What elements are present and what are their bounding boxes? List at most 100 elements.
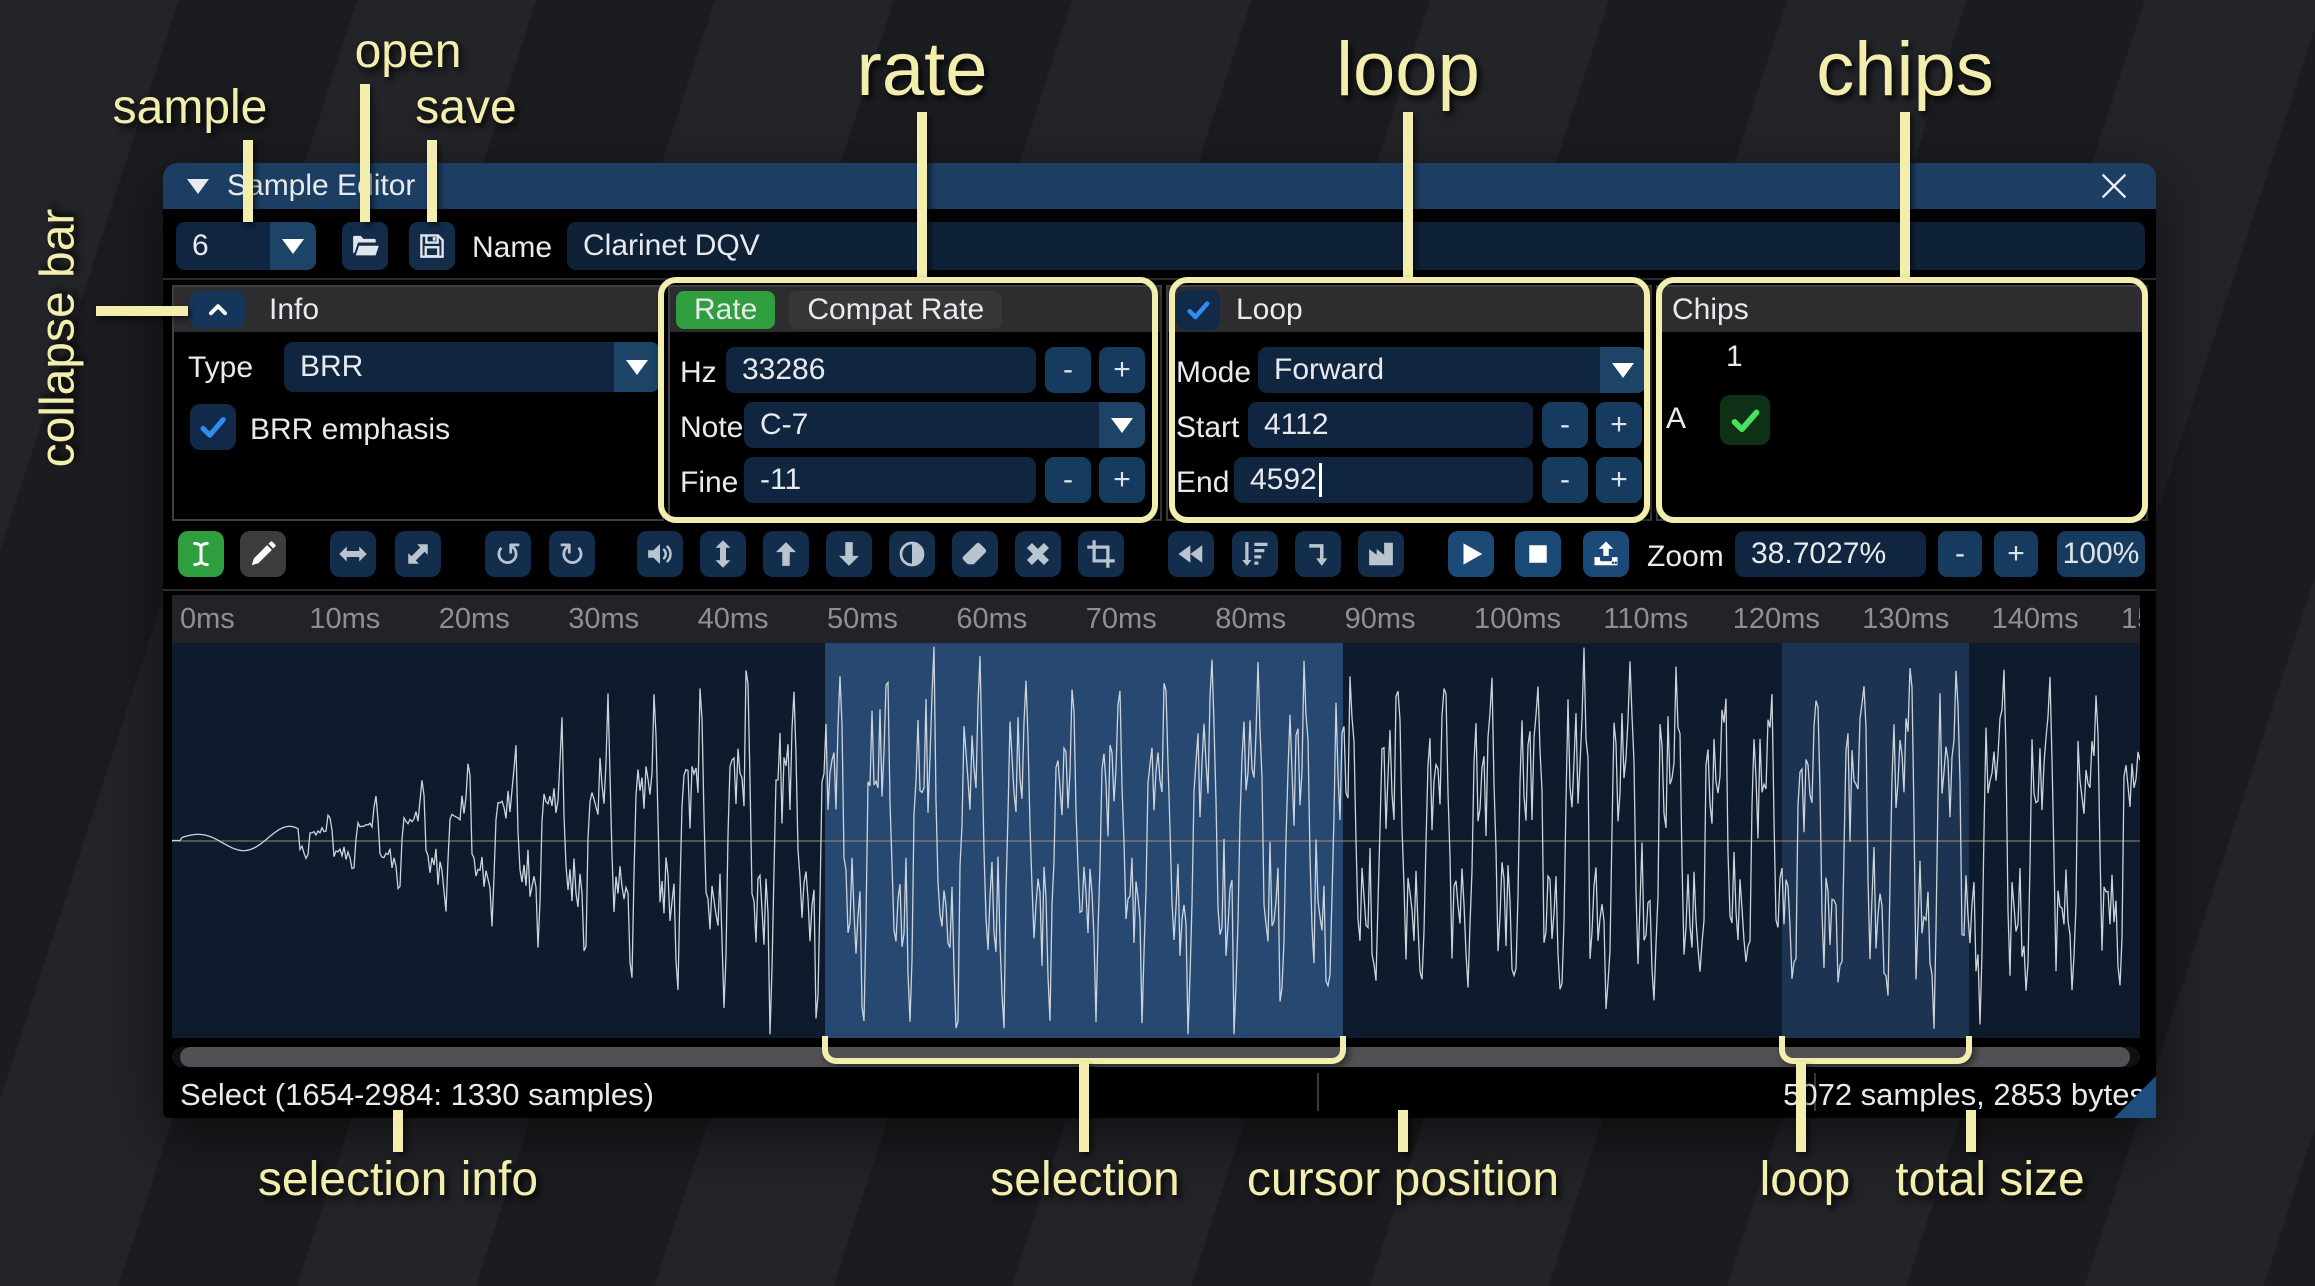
insert-button[interactable] xyxy=(1295,531,1341,577)
annotation-line-loop-marker xyxy=(1795,1062,1806,1152)
edit-mode-draw-button[interactable] xyxy=(240,531,286,577)
folder-open-icon xyxy=(353,235,379,256)
ruler-label: 100ms xyxy=(1474,603,1562,635)
save-button[interactable] xyxy=(409,222,455,270)
stop-preview-icon xyxy=(1529,545,1547,563)
redo-button[interactable]: ↻ xyxy=(549,531,595,577)
info-panel: Info Type BRR BRR emphasis xyxy=(172,285,664,521)
annotation-cursor-position: cursor position xyxy=(1246,1153,1560,1206)
name-input-value: Clarinet DQV xyxy=(583,229,760,262)
normalize-icon xyxy=(715,540,731,568)
resample-button[interactable] xyxy=(395,531,441,577)
apply-silence-button[interactable] xyxy=(952,531,998,577)
normalize-button[interactable] xyxy=(700,531,746,577)
annotation-line-selection xyxy=(1079,1062,1090,1152)
save-icon xyxy=(420,234,444,258)
annotation-loop: loop xyxy=(1336,27,1480,112)
waveform-plot xyxy=(172,646,2140,1035)
sample-select[interactable]: 6 xyxy=(176,222,316,270)
fade-in-icon xyxy=(776,542,796,566)
ruler-label: 150ms xyxy=(2121,603,2140,635)
annotation-bracket-loop xyxy=(1778,1036,1972,1064)
annotation-box-loop xyxy=(1169,277,1650,523)
upload-sample-icon xyxy=(1594,541,1618,566)
annotation-line-save xyxy=(427,140,437,222)
ruler-label: 60ms xyxy=(956,603,1028,635)
undo-icon: ↺ xyxy=(494,534,522,574)
amplify-button[interactable] xyxy=(637,531,683,577)
ruler-label: 80ms xyxy=(1215,603,1287,635)
sample-select-value: 6 xyxy=(192,229,209,262)
close-icon xyxy=(2102,174,2126,198)
edit-mode-draw-icon xyxy=(251,541,276,566)
info-panel-title: Info xyxy=(269,292,320,326)
upload-sample-button[interactable] xyxy=(1583,531,1629,577)
timeline-ruler: 0ms 10ms 20ms 30ms 40ms 50ms 60ms 70ms 80ms 90ms 1… xyxy=(172,595,2140,643)
waveform-view[interactable] xyxy=(172,643,2140,1038)
chevron-down-icon[interactable] xyxy=(270,222,316,270)
annotation-collapse-bar: collapse bar xyxy=(31,208,85,468)
ruler-label: 110ms xyxy=(1603,603,1689,635)
delete-icon: ✖ xyxy=(1024,534,1052,574)
ruler-label: 140ms xyxy=(1991,603,2079,635)
preview-button[interactable] xyxy=(1448,531,1494,577)
ruler-label: 30ms xyxy=(568,603,640,635)
annotation-line-selection-info xyxy=(393,1110,403,1152)
ruler-label: 120ms xyxy=(1732,603,1820,635)
zoom-reset-button[interactable]: 100% xyxy=(2057,531,2145,577)
invert-button[interactable] xyxy=(889,531,935,577)
edit-mode-select-button[interactable] xyxy=(178,531,224,577)
open-button[interactable] xyxy=(342,222,388,270)
ruler-label: 20ms xyxy=(438,603,510,635)
fade-in-button[interactable] xyxy=(763,531,809,577)
resize-button[interactable] xyxy=(330,531,376,577)
downsample-button[interactable] xyxy=(1232,531,1278,577)
fade-out-icon xyxy=(839,542,859,566)
annotation-line-cursor-position xyxy=(1398,1110,1408,1152)
selection-info-text: Select (1654-2984: 1330 samples) xyxy=(180,1077,654,1112)
annotation-line-sample xyxy=(243,140,253,222)
zoom-input[interactable]: 38.7027% xyxy=(1735,531,1926,577)
type-label: Type xyxy=(188,351,254,384)
zoom-in-button[interactable]: + xyxy=(1994,531,2038,577)
annotation-box-chips xyxy=(1656,277,2148,523)
titlebar[interactable]: Sample Editor xyxy=(163,163,2156,209)
annotation-open: open xyxy=(354,25,462,78)
resize-icon xyxy=(339,546,367,562)
annotation-line-rate xyxy=(917,112,927,277)
annotation-line-open xyxy=(360,84,370,222)
name-label: Name xyxy=(472,231,553,264)
status-divider xyxy=(1317,1073,1319,1111)
ruler-label: 40ms xyxy=(697,603,769,635)
preview-icon xyxy=(1463,543,1483,565)
resample-icon xyxy=(408,544,428,564)
annotation-rate: rate xyxy=(856,27,988,112)
brr-emphasis-label: BRR emphasis xyxy=(250,413,451,446)
ruler-label: 70ms xyxy=(1085,603,1157,635)
zoom-value: 38.7027% xyxy=(1751,537,1887,570)
type-select[interactable]: BRR xyxy=(284,342,660,392)
check-icon xyxy=(200,417,226,438)
annotation-line-loop xyxy=(1403,112,1413,277)
window-collapse-icon[interactable] xyxy=(187,178,209,194)
stop-preview-button[interactable] xyxy=(1515,531,1561,577)
undo-button[interactable]: ↺ xyxy=(485,531,531,577)
apply-filter-button[interactable] xyxy=(1358,531,1404,577)
fade-out-button[interactable] xyxy=(826,531,872,577)
window-resize-grip[interactable] xyxy=(2114,1076,2156,1118)
annotation-bracket-selection xyxy=(822,1036,1346,1064)
brr-emphasis-checkbox[interactable] xyxy=(190,404,236,450)
ruler-label: 0ms xyxy=(180,603,235,635)
zoom-out-button[interactable]: - xyxy=(1938,531,1982,577)
delete-button[interactable]: ✖ xyxy=(1015,531,1061,577)
annotation-selection: selection xyxy=(990,1153,1180,1206)
annotation-sample: sample xyxy=(112,81,268,134)
ruler-label: 130ms xyxy=(1862,603,1950,635)
apply-filter-icon xyxy=(1369,542,1393,566)
reverse-button[interactable] xyxy=(1168,531,1214,577)
annotation-total-size: total size xyxy=(1895,1153,2085,1206)
collapse-info-button[interactable] xyxy=(190,291,245,328)
trim-button[interactable] xyxy=(1078,531,1124,577)
chevron-down-icon[interactable] xyxy=(614,342,660,392)
close-button[interactable] xyxy=(2094,168,2134,204)
